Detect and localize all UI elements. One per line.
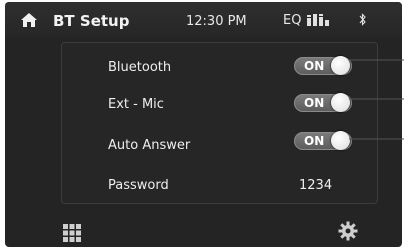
callout-lines: [349, 59, 404, 140]
